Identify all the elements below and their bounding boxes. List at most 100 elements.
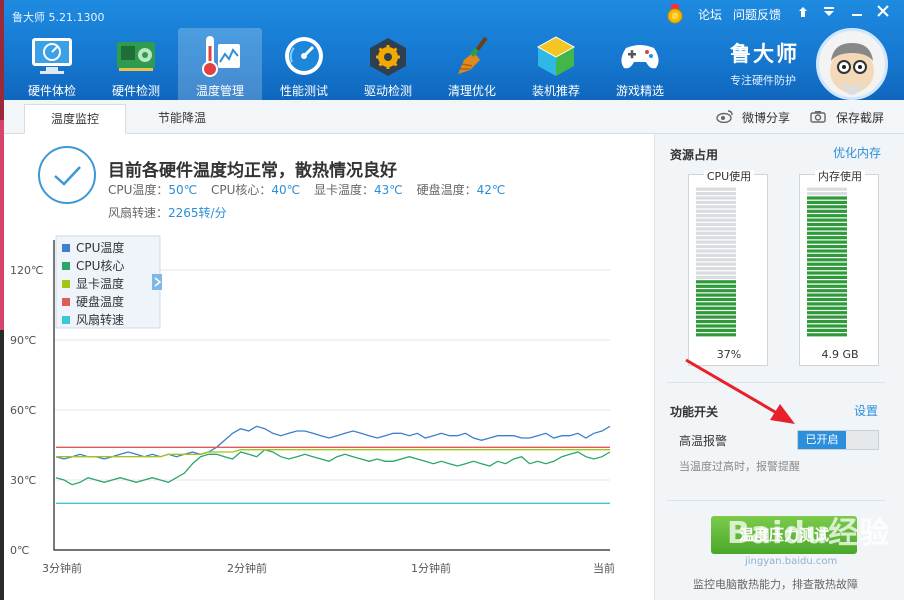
meter-segment	[696, 200, 736, 204]
meter-segment	[696, 297, 736, 302]
x-tick-label: 当前	[593, 561, 615, 575]
meter-segment	[807, 258, 847, 262]
camera-icon	[810, 110, 826, 126]
nav-label: 硬件检测	[111, 84, 160, 98]
resources-title: 资源占用	[670, 148, 719, 162]
meter-segment	[696, 205, 736, 209]
y-tick-label: 60℃	[10, 404, 36, 417]
cpu-usage-bars	[696, 187, 736, 337]
meter-segment	[807, 192, 847, 196]
meter-segment	[807, 293, 847, 297]
app-window: 鲁大师 5.21.1300 论坛 问题反馈 硬件体检 硬件检测 温度管理 性能测…	[0, 0, 904, 600]
meter-segment	[696, 227, 736, 231]
forum-link[interactable]: 论坛	[698, 6, 722, 23]
divider	[667, 500, 885, 501]
gamepad-icon	[618, 34, 662, 78]
legend-swatch	[62, 244, 70, 252]
legend-swatch	[62, 262, 70, 270]
save-screenshot-button[interactable]: 保存截屏	[810, 109, 884, 126]
meter-segment	[696, 284, 736, 288]
meter-segment	[807, 289, 847, 293]
meter-segment	[807, 297, 847, 302]
meter-segment	[696, 258, 736, 262]
meter-segment	[807, 249, 847, 253]
legend-label: 风扇转速	[76, 312, 124, 327]
nav-label: 硬件体检	[27, 84, 76, 98]
medal-icon[interactable]	[666, 4, 684, 27]
brand: 鲁大师 专注硬件防护	[730, 38, 820, 88]
nav-item-temperature[interactable]: 温度管理	[178, 28, 262, 100]
nav-item-build-recommend[interactable]: 装机推荐	[514, 28, 598, 100]
y-tick-label: 90℃	[10, 334, 36, 347]
cpu-usage-label: CPU使用	[689, 168, 769, 184]
nav-item-hardware-detect[interactable]: 硬件检测	[94, 28, 178, 100]
weibo-share-button[interactable]: 微博分享	[716, 109, 790, 126]
meter-segment	[807, 200, 847, 204]
meter-segment	[696, 231, 736, 235]
meter-segment	[807, 218, 847, 222]
meter-segment	[807, 333, 847, 337]
cpu-core-value: 40℃	[271, 183, 301, 197]
brand-slogan: 专注硬件防护	[730, 74, 796, 87]
cube-icon	[534, 34, 578, 78]
menu-icon[interactable]	[822, 5, 836, 22]
nav-item-hardware-checkup[interactable]: 硬件体检	[10, 28, 94, 100]
side-panel: 资源占用 优化内存 CPU使用 37% 内存使用 4.9 GB 功能开关 设置 …	[654, 134, 904, 600]
meter-segment	[696, 271, 736, 275]
meter-segment	[696, 240, 736, 244]
meter-segment	[807, 227, 847, 231]
legend-swatch	[62, 298, 70, 306]
gpu-temp-label: 显卡温度：	[313, 183, 374, 197]
nav-item-performance[interactable]: 性能测试	[262, 28, 346, 100]
cpu-temp-value: 50℃	[168, 183, 198, 197]
cpu-usage-value: 37%	[716, 348, 742, 361]
meter-segment	[696, 236, 736, 240]
minimize-icon[interactable]	[850, 4, 864, 21]
save-screenshot-label: 保存截屏	[836, 111, 885, 125]
status-temperatures: CPU温度：50℃ CPU核心：40℃ 显卡温度：43℃ 硬盘温度：42℃	[108, 181, 515, 198]
settings-link[interactable]: 设置	[854, 402, 878, 419]
cpu-usage-meter: CPU使用 37%	[688, 170, 768, 366]
meter-segment	[696, 293, 736, 297]
meter-segment	[696, 289, 736, 293]
legend-label: CPU核心	[76, 259, 124, 273]
skin-icon[interactable]	[796, 5, 810, 22]
close-icon[interactable]	[876, 4, 890, 21]
y-tick-label: 0℃	[10, 544, 29, 557]
watermark-url: jingyan.baidu.com	[745, 556, 838, 567]
meter-segment	[696, 253, 736, 257]
nav-item-games[interactable]: 游戏精选	[598, 28, 682, 100]
meter-segment	[807, 271, 847, 275]
series-line	[55, 425, 611, 460]
toggle-on-label: 已开启	[798, 431, 846, 449]
y-tick-label: 120℃	[10, 264, 43, 277]
cpu-core-label: CPU核心：	[210, 183, 272, 197]
nav-item-driver[interactable]: 驱动检测	[346, 28, 430, 100]
optimize-memory-link[interactable]: 优化内存	[833, 144, 881, 161]
temperature-chart: 120℃ 90℃ 60℃ 30℃ 0℃ 3分钟前 2分钟前 1分钟前 当前 CPU温度 CPU核心…	[10, 235, 615, 575]
meter-segment	[807, 280, 847, 284]
thermometer-icon	[198, 34, 242, 78]
meter-segment	[807, 209, 847, 213]
y-tick-label: 30℃	[10, 474, 36, 487]
legend-swatch	[62, 280, 70, 288]
hardware-board-icon	[114, 34, 158, 78]
weibo-icon	[716, 109, 734, 126]
high-temp-alarm-label: 高温报警	[679, 434, 728, 448]
brand-name: 鲁大师	[730, 42, 799, 66]
disk-temp-value: 42℃	[476, 183, 506, 197]
meter-segment	[696, 196, 736, 200]
check-circle-icon	[38, 146, 96, 204]
feedback-link[interactable]: 问题反馈	[733, 6, 781, 23]
meter-segment	[807, 222, 847, 227]
high-temp-alarm-toggle[interactable]: 已开启	[797, 430, 879, 450]
nav-item-cleanup[interactable]: 清理优化	[430, 28, 514, 100]
tab-temperature-monitor[interactable]: 温度监控	[24, 104, 126, 134]
tab-energy-cooling[interactable]: 节能降温	[130, 104, 234, 134]
meter-segment	[807, 187, 847, 191]
meter-segment	[696, 245, 736, 249]
speedometer-icon	[282, 34, 326, 78]
meter-segment	[807, 324, 847, 328]
memory-usage-value: 4.9 GB	[821, 348, 859, 361]
meter-segment	[807, 275, 847, 279]
